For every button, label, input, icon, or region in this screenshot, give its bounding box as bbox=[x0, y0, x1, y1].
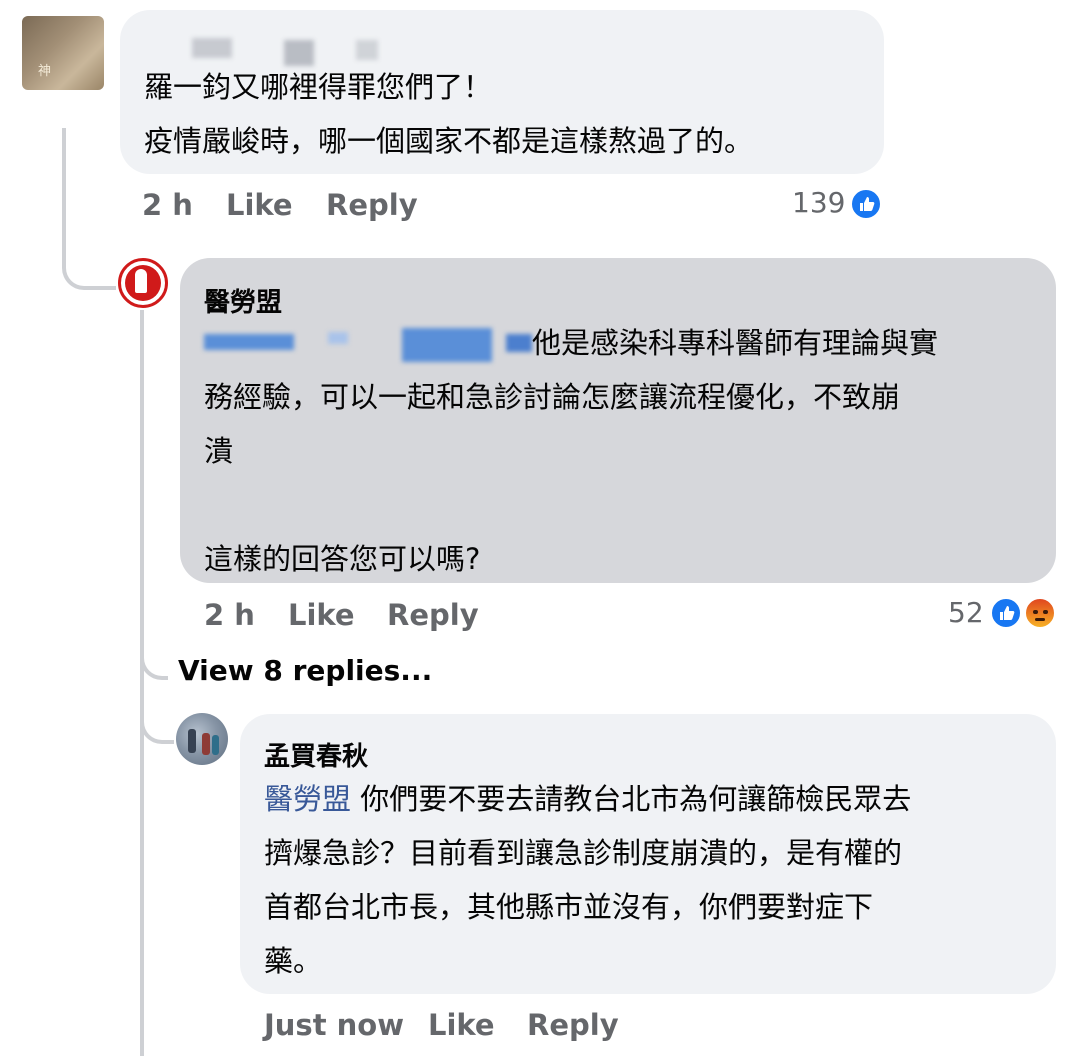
comment-text: 醫勞盟 你們要不要去請教台北市為何讓篩檢民眾去 擠爆急診？目前看到讓急診制度崩潰… bbox=[264, 772, 911, 988]
like-button[interactable]: Like bbox=[226, 188, 293, 222]
redacted-name bbox=[356, 40, 378, 60]
comment-time[interactable]: Just now bbox=[264, 1008, 404, 1042]
like-icon bbox=[990, 597, 1022, 629]
comment-time[interactable]: 2 h bbox=[142, 188, 193, 222]
comment-bubble: 孟買春秋 醫勞盟 你們要不要去請教台北市為何讓篩檢民眾去 擠爆急診？目前看到讓急… bbox=[240, 714, 1056, 994]
comment-time[interactable]: 2 h bbox=[204, 598, 255, 632]
comment-text: 他是感染科專科醫師有理論與實 務經驗，可以一起和急診討論怎麼讓流程優化，不致崩 … bbox=[204, 326, 939, 576]
reply-button[interactable]: Reply bbox=[527, 1008, 619, 1042]
like-button[interactable]: Like bbox=[288, 598, 355, 632]
reply-button[interactable]: Reply bbox=[326, 188, 418, 222]
comment-author[interactable]: 孟買春秋 bbox=[264, 736, 368, 773]
reply-button[interactable]: Reply bbox=[387, 598, 479, 632]
redacted-name bbox=[192, 38, 232, 58]
avatar[interactable] bbox=[118, 258, 168, 308]
view-replies-link[interactable]: View 8 replies... bbox=[178, 654, 432, 687]
angry-icon bbox=[1024, 597, 1056, 629]
thread-line bbox=[140, 310, 144, 1056]
like-icon bbox=[850, 188, 882, 220]
comment-author[interactable]: 醫勞盟 bbox=[204, 282, 282, 319]
reaction-count[interactable]: 139 bbox=[792, 186, 845, 219]
like-button[interactable]: Like bbox=[428, 1008, 495, 1042]
thread-connector bbox=[140, 640, 168, 680]
comment-text: 羅一鈞又哪裡得罪您們了！ 疫情嚴峻時，哪一個國家不都是這樣熬過了的。 bbox=[144, 70, 754, 158]
comment-bubble: 羅一鈞又哪裡得罪您們了！ 疫情嚴峻時，哪一個國家不都是這樣熬過了的。 bbox=[120, 10, 884, 174]
avatar[interactable]: 神 bbox=[22, 16, 104, 90]
comment-bubble: 醫勞盟 他是感染科專科醫師有理論與實 務經驗，可以一起和急診討論怎麼讓流程優化，… bbox=[180, 258, 1056, 583]
thread-connector bbox=[62, 128, 116, 290]
avatar[interactable] bbox=[176, 713, 228, 765]
mention-link[interactable]: 醫勞盟 bbox=[264, 782, 351, 816]
thread-connector bbox=[140, 700, 174, 744]
avatar-tag: 神 bbox=[38, 64, 52, 79]
comment-body: 你們要不要去請教台北市為何讓篩檢民眾去 擠爆急診？目前看到讓急診制度崩潰的，是有… bbox=[264, 782, 912, 978]
reaction-count[interactable]: 52 bbox=[948, 596, 984, 629]
